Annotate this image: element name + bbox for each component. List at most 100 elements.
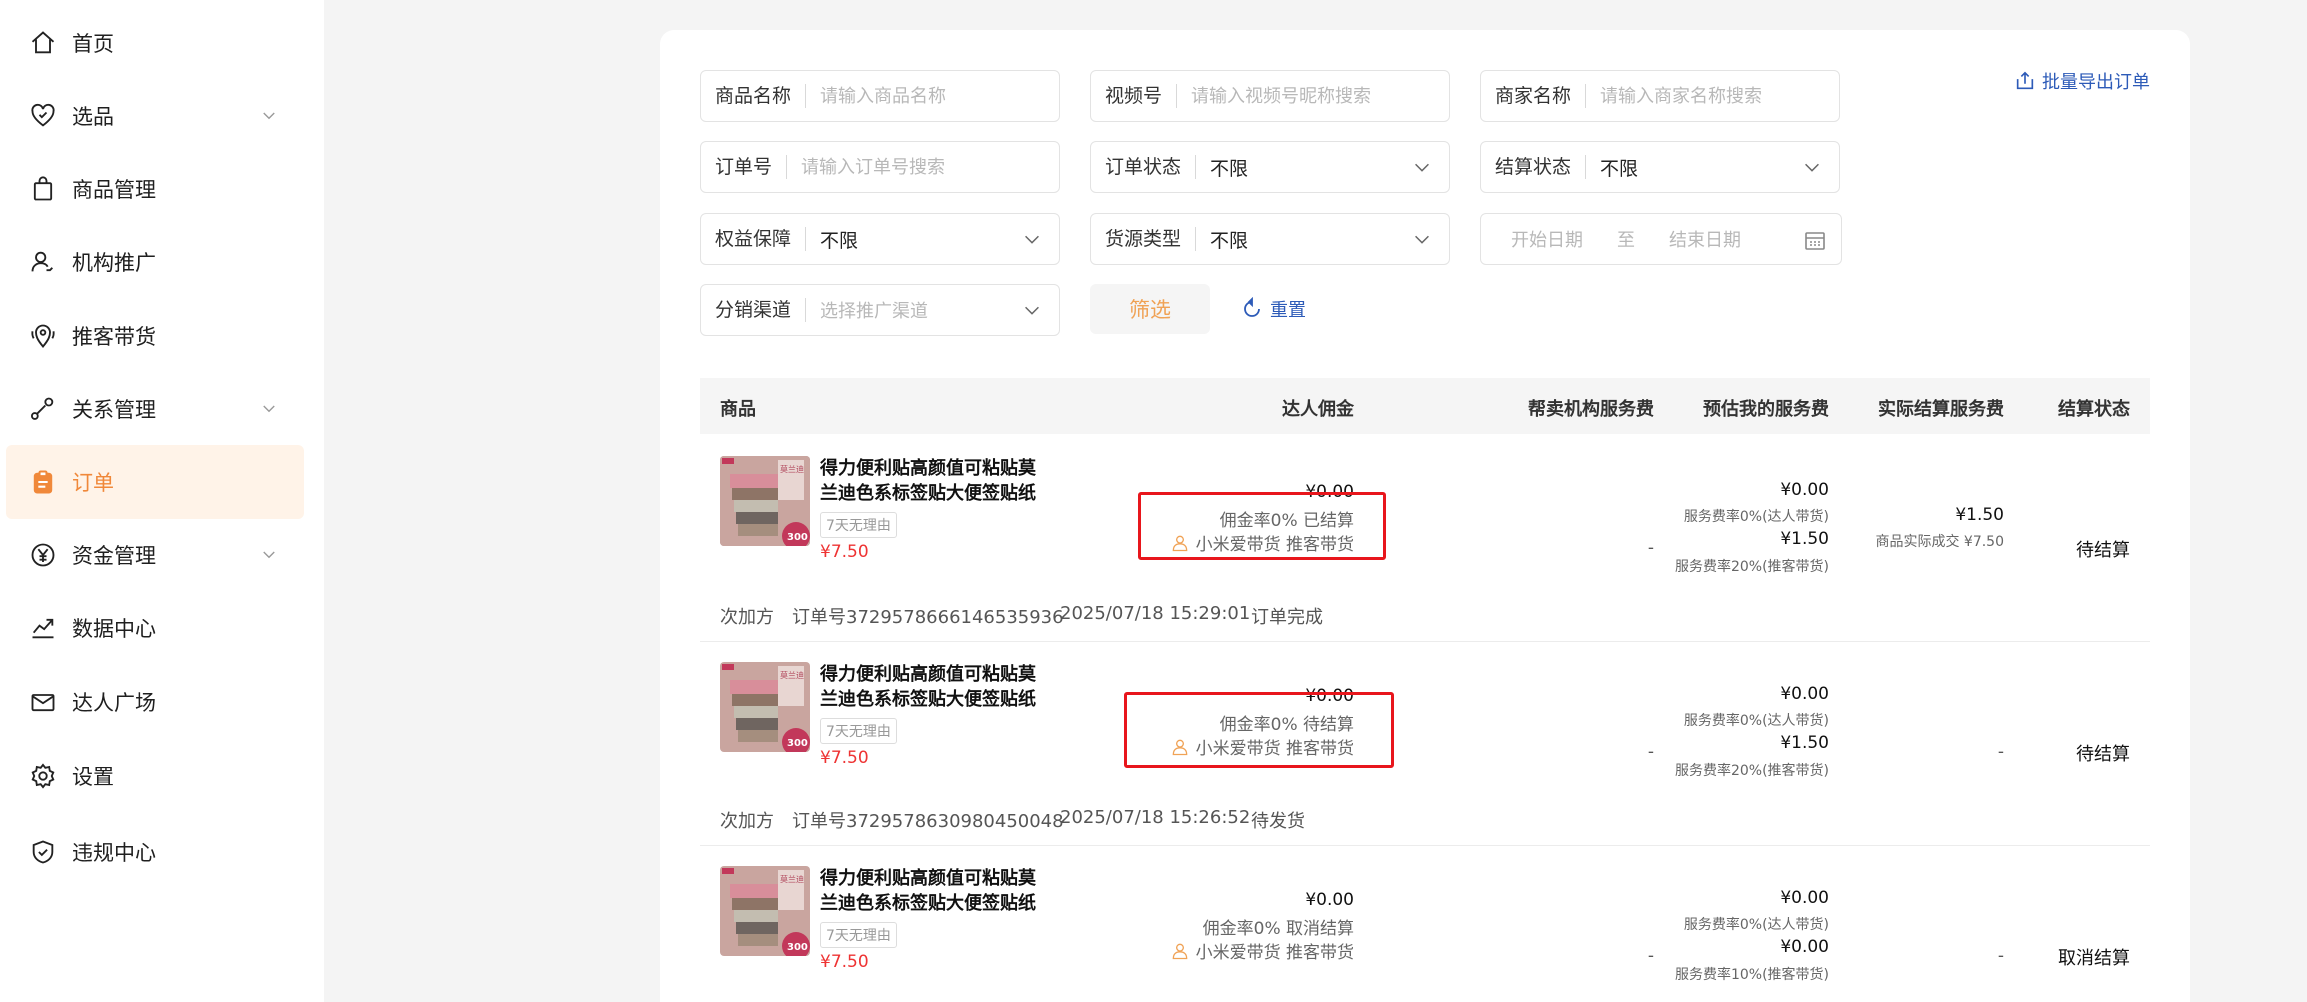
sidebar-item-talent-square[interactable]: 达人广场 <box>6 665 304 739</box>
sidebar-item-products[interactable]: 商品管理 <box>6 152 304 226</box>
table-row[interactable]: 莫兰迪 300 得力便利贴高颜值可粘贴莫兰迪色系标签贴大便签贴纸学… 7天无理由… <box>700 846 2150 996</box>
commission-amount: ¥0.00 <box>1305 686 1354 706</box>
channel-text: 小米爱带货 推客带货 <box>1195 943 1354 963</box>
actual-fee-desc: 商品实际成交 ¥7.50 <box>1875 534 2004 550</box>
chevron-down-icon <box>1411 156 1433 178</box>
merchant-name-input[interactable] <box>1586 85 1839 107</box>
filter-label: 分销渠道 <box>701 298 807 322</box>
trend-chart-icon <box>28 613 58 643</box>
video-id-input[interactable] <box>1177 85 1449 107</box>
sidebar-item-data-center[interactable]: 数据中心 <box>6 591 304 665</box>
rights-value: 不限 <box>820 229 859 252</box>
sidebar-item-agency-promo[interactable]: 机构推广 <box>6 225 304 299</box>
end-date[interactable]: 结束日期 <box>1669 226 1741 252</box>
sidebar-item-orders[interactable]: 订单 <box>6 445 304 519</box>
channel-select[interactable]: 分销渠道 选择推广渠道 <box>700 284 1060 336</box>
channel-text: 小米爱带货 推客带货 <box>1195 535 1354 555</box>
product-title[interactable]: 得力便利贴高颜值可粘贴莫兰迪色系标签贴大便签贴纸学… <box>820 662 1050 712</box>
thumb-label: 莫兰迪 <box>780 874 804 884</box>
order-meta-row: 次加方 订单号3729578666146535936 2025/07/18 15… <box>700 586 2150 642</box>
refresh-icon <box>1244 297 1260 317</box>
actual-fee-value: ¥1.50 <box>1955 505 2004 525</box>
thumb-label: 莫兰迪 <box>780 464 804 474</box>
order-status-select[interactable]: 订单状态 不限 <box>1090 141 1450 193</box>
filter-button[interactable]: 筛选 <box>1090 284 1210 334</box>
export-icon <box>2016 71 2034 90</box>
product-title[interactable]: 得力便利贴高颜值可粘贴莫兰迪色系标签贴大便签贴纸学… <box>820 456 1050 506</box>
col-agency-fee: 帮卖机构服务费 <box>1528 399 1654 420</box>
start-date[interactable]: 开始日期 <box>1511 226 1583 252</box>
table-row[interactable]: 莫兰迪 300 得力便利贴高颜值可粘贴莫兰迪色系标签贴大便签贴纸学… 7天无理由… <box>700 436 2150 586</box>
sidebar-item-label: 订单 <box>72 471 114 495</box>
clipboard-icon <box>28 467 58 497</box>
yen-circle-icon <box>28 540 58 570</box>
col-product: 商品 <box>720 399 756 420</box>
chevron-down-icon <box>1021 299 1043 321</box>
reset-button[interactable]: 重置 <box>1240 290 1306 328</box>
order-meta-row: 次加方 订单号3729578630980450048 2025/07/18 15… <box>700 790 2150 846</box>
product-price: ¥7.50 <box>820 952 869 972</box>
order-time: 2025/07/18 15:26:52 <box>1060 807 1251 828</box>
product-name-filter: 商品名称 <box>700 70 1060 122</box>
channel-info: 小米爱带货 推客带货 <box>1170 734 1354 759</box>
sidebar-item-label: 推客带货 <box>72 325 156 349</box>
sidebar-item-label: 选品 <box>72 105 114 129</box>
est-fee-tuike-desc: 服务费率20%(推客带货) <box>1674 559 1829 575</box>
order-state: 待发货 <box>1251 811 1305 832</box>
video-id-filter: 视频号 <box>1090 70 1450 122</box>
product-name-input[interactable] <box>806 85 1059 107</box>
sidebar-item-label: 首页 <box>72 32 114 56</box>
filter-label: 货源类型 <box>1091 227 1197 251</box>
sidebar-item-funds[interactable]: 资金管理 <box>6 518 304 592</box>
col-actual-fee: 实际结算服务费 <box>1878 399 2004 420</box>
commission-amount: ¥0.00 <box>1305 890 1354 910</box>
chevron-down-icon <box>260 545 278 563</box>
buyer-name: 次加方 <box>720 607 774 628</box>
order-state: 订单完成 <box>1251 607 1323 628</box>
channel-info: 小米爱带货 推客带货 <box>1170 530 1354 555</box>
user-promo-icon <box>28 247 58 277</box>
location-pin-icon <box>28 321 58 351</box>
est-fee-talent-desc: 服务费率0%(达人带货) <box>1683 509 1829 525</box>
chevron-down-icon <box>1411 228 1433 250</box>
filter-label: 结算状态 <box>1481 155 1587 179</box>
sidebar-item-violations[interactable]: 违规中心 <box>6 815 304 889</box>
order-no-input[interactable] <box>787 156 1059 178</box>
est-fee-tuike-desc: 服务费率10%(推客带货) <box>1674 967 1829 983</box>
est-fee-talent: ¥0.00 <box>1780 888 1829 908</box>
agency-fee-value: - <box>1647 946 1654 966</box>
user-icon <box>1172 535 1187 551</box>
order-number[interactable]: 订单号3729578666146535936 <box>792 603 1064 629</box>
order-number[interactable]: 订单号3729578630980450048 <box>792 807 1064 833</box>
product-price: ¥7.50 <box>820 542 869 562</box>
sidebar-item-settings[interactable]: 设置 <box>6 739 304 813</box>
commission-amount: ¥0.00 <box>1305 482 1354 502</box>
table-row[interactable]: 莫兰迪 300 得力便利贴高颜值可粘贴莫兰迪色系标签贴大便签贴纸学… 7天无理由… <box>700 642 2150 792</box>
est-fee-talent-desc: 服务费率0%(达人带货) <box>1683 713 1829 729</box>
merchant-name-filter: 商家名称 <box>1480 70 1840 122</box>
sidebar-item-relations[interactable]: 关系管理 <box>6 372 304 446</box>
product-thumbnail[interactable]: 莫兰迪 300 <box>720 866 810 956</box>
thumb-badge: 300 <box>787 738 808 749</box>
est-fee-tuike-desc: 服务费率20%(推客带货) <box>1674 763 1829 779</box>
source-type-select[interactable]: 货源类型 不限 <box>1090 213 1450 265</box>
sidebar-item-selection[interactable]: 选品 <box>6 79 304 153</box>
product-thumbnail[interactable]: 莫兰迪 300 <box>720 456 810 546</box>
product-title[interactable]: 得力便利贴高颜值可粘贴莫兰迪色系标签贴大便签贴纸学… <box>820 866 1050 916</box>
date-range-picker[interactable]: 开始日期 至 结束日期 <box>1480 213 1842 265</box>
batch-export-button[interactable]: 批量导出订单 <box>2014 68 2150 94</box>
product-thumbnail[interactable]: 莫兰迪 300 <box>720 662 810 752</box>
sidebar-item-label: 关系管理 <box>72 398 156 422</box>
agency-fee-value: - <box>1647 742 1654 762</box>
channel-info: 小米爱带货 推客带货 <box>1170 938 1354 963</box>
filter-label: 视频号 <box>1091 84 1178 108</box>
rights-select[interactable]: 权益保障 不限 <box>700 213 1060 265</box>
sidebar-item-tuike[interactable]: 推客带货 <box>6 299 304 373</box>
sidebar-item-label: 数据中心 <box>72 617 156 641</box>
col-settle-status: 结算状态 <box>2058 399 2130 420</box>
est-fee-talent: ¥0.00 <box>1780 684 1829 704</box>
est-fee-talent: ¥0.00 <box>1780 480 1829 500</box>
sidebar-item-home[interactable]: 首页 <box>6 6 304 80</box>
settle-status-select[interactable]: 结算状态 不限 <box>1480 141 1840 193</box>
chevron-down-icon <box>1021 228 1043 250</box>
